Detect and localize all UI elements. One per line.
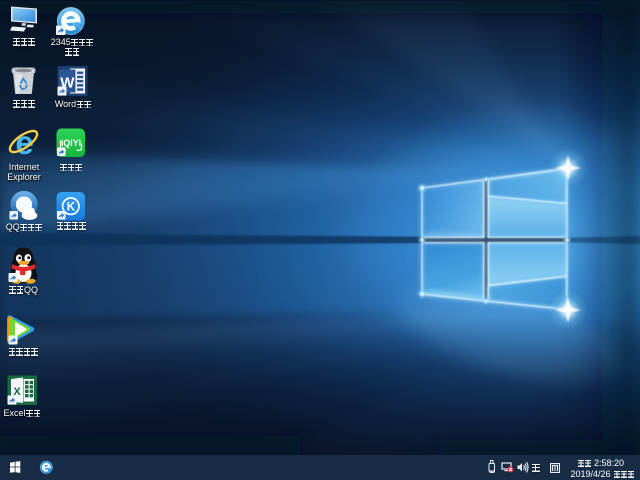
svg-text:iQIYI: iQIYI: [61, 138, 81, 148]
svg-text:K: K: [67, 202, 76, 214]
